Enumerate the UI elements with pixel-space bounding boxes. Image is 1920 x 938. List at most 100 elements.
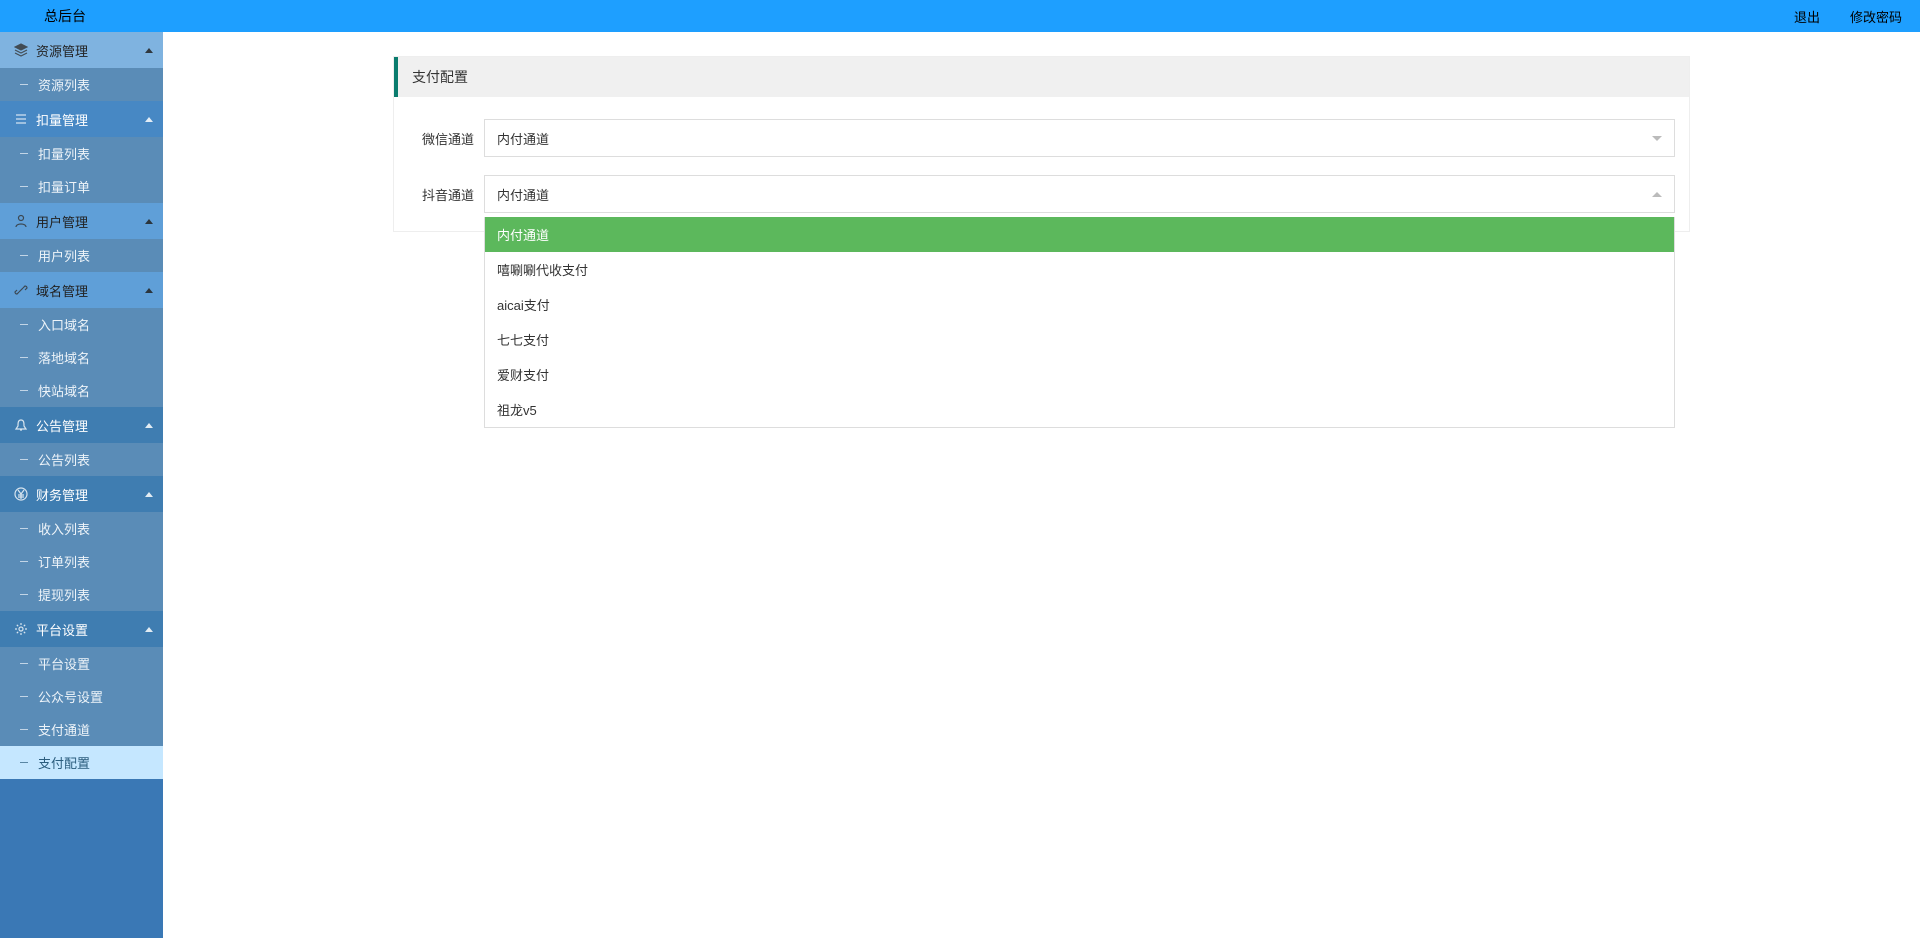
menu-item-label: 扣量列表: [38, 144, 90, 163]
menu-item-6-0[interactable]: 平台设置: [0, 647, 163, 680]
menu-header-1[interactable]: 扣量管理: [0, 101, 163, 137]
app-title: 总后台: [44, 6, 86, 26]
menu-item-label: 订单列表: [38, 552, 90, 571]
yen-icon: [14, 487, 28, 501]
dropdown-option-0[interactable]: 内付通道: [485, 217, 1674, 252]
menu-item-6-3[interactable]: 支付配置: [0, 746, 163, 779]
menu-item-0-0[interactable]: 资源列表: [0, 68, 163, 101]
menu-item-3-2[interactable]: 快站域名: [0, 374, 163, 407]
menu-item-1-1[interactable]: 扣量订单: [0, 170, 163, 203]
panel: 支付配置 微信通道 内付通道 抖音通道 内付通道: [393, 56, 1690, 232]
menu-item-label: 支付通道: [38, 720, 90, 739]
dropdown-option-5[interactable]: 祖龙v5: [485, 392, 1674, 427]
menu-item-label: 落地域名: [38, 348, 90, 367]
menu-item-label: 公告列表: [38, 450, 90, 469]
menu-header-label: 扣量管理: [36, 110, 88, 129]
menu-header-2[interactable]: 用户管理: [0, 203, 163, 239]
change-password-link[interactable]: 修改密码: [1850, 7, 1902, 26]
menu-header-4[interactable]: 公告管理: [0, 407, 163, 443]
dash-icon: [20, 153, 28, 154]
dash-icon: [20, 357, 28, 358]
header: 总后台 退出 修改密码: [0, 0, 1920, 32]
menu-item-5-1[interactable]: 订单列表: [0, 545, 163, 578]
dropdown-option-3[interactable]: 七七支付: [485, 322, 1674, 357]
menu-item-label: 支付配置: [38, 753, 90, 772]
dropdown-option-2[interactable]: aicai支付: [485, 287, 1674, 322]
sidebar: 资源管理资源列表扣量管理扣量列表扣量订单用户管理用户列表域名管理入口域名落地域名…: [0, 32, 163, 938]
dash-icon: [20, 594, 28, 595]
menu-header-label: 资源管理: [36, 41, 88, 60]
dash-icon: [20, 255, 28, 256]
logout-link[interactable]: 退出: [1794, 7, 1820, 26]
menu-item-6-2[interactable]: 支付通道: [0, 713, 163, 746]
panel-title: 支付配置: [394, 57, 1689, 97]
menu-item-label: 提现列表: [38, 585, 90, 604]
menu-item-3-0[interactable]: 入口域名: [0, 308, 163, 341]
chevron-up-icon: [1652, 192, 1662, 197]
layout: 资源管理资源列表扣量管理扣量列表扣量订单用户管理用户列表域名管理入口域名落地域名…: [0, 32, 1920, 938]
chevron-up-icon: [145, 48, 153, 53]
dash-icon: [20, 84, 28, 85]
douyin-channel-value: 内付通道: [497, 185, 549, 204]
dash-icon: [20, 729, 28, 730]
douyin-channel-select[interactable]: 内付通道: [484, 175, 1675, 213]
chevron-down-icon: [1652, 136, 1662, 141]
dash-icon: [20, 696, 28, 697]
menu-item-5-0[interactable]: 收入列表: [0, 512, 163, 545]
chevron-up-icon: [145, 627, 153, 632]
douyin-dropdown: 内付通道嘻唰唰代收支付aicai支付七七支付爱财支付祖龙v5: [484, 217, 1675, 428]
chevron-up-icon: [145, 492, 153, 497]
chevron-up-icon: [145, 117, 153, 122]
menu-item-label: 扣量订单: [38, 177, 90, 196]
wechat-channel-value: 内付通道: [497, 129, 549, 148]
menu-header-3[interactable]: 域名管理: [0, 272, 163, 308]
menu-item-label: 公众号设置: [38, 687, 103, 706]
content: 支付配置 微信通道 内付通道 抖音通道 内付通道: [163, 32, 1920, 938]
menu-header-label: 平台设置: [36, 620, 88, 639]
menu-header-0[interactable]: 资源管理: [0, 32, 163, 68]
dash-icon: [20, 528, 28, 529]
chevron-up-icon: [145, 288, 153, 293]
menu-header-label: 财务管理: [36, 485, 88, 504]
bell-icon: [14, 418, 28, 432]
form-row-douyin: 抖音通道 内付通道: [408, 175, 1675, 213]
menu-item-1-0[interactable]: 扣量列表: [0, 137, 163, 170]
dash-icon: [20, 561, 28, 562]
menu-item-5-2[interactable]: 提现列表: [0, 578, 163, 611]
dash-icon: [20, 390, 28, 391]
dash-icon: [20, 459, 28, 460]
menu-item-label: 入口域名: [38, 315, 90, 334]
dropdown-option-4[interactable]: 爱财支付: [485, 357, 1674, 392]
menu-item-label: 平台设置: [38, 654, 90, 673]
menu-item-3-1[interactable]: 落地域名: [0, 341, 163, 374]
wechat-channel-label: 微信通道: [408, 129, 484, 148]
dash-icon: [20, 762, 28, 763]
wechat-channel-select[interactable]: 内付通道: [484, 119, 1675, 157]
form-row-wechat: 微信通道 内付通道: [408, 119, 1675, 157]
form: 微信通道 内付通道 抖音通道 内付通道 内付通道嘻唰唰代收支付aicai支付七七…: [394, 97, 1689, 231]
menu-item-label: 快站域名: [38, 381, 90, 400]
menu-header-5[interactable]: 财务管理: [0, 476, 163, 512]
menu-item-label: 收入列表: [38, 519, 90, 538]
menu-item-label: 资源列表: [38, 75, 90, 94]
link-icon: [14, 283, 28, 297]
dash-icon: [20, 186, 28, 187]
dropdown-option-1[interactable]: 嘻唰唰代收支付: [485, 252, 1674, 287]
douyin-channel-label: 抖音通道: [408, 185, 484, 204]
menu-item-4-0[interactable]: 公告列表: [0, 443, 163, 476]
menu-header-6[interactable]: 平台设置: [0, 611, 163, 647]
list-icon: [14, 112, 28, 126]
menu-item-2-0[interactable]: 用户列表: [0, 239, 163, 272]
gear-icon: [14, 622, 28, 636]
chevron-up-icon: [145, 423, 153, 428]
menu-item-6-1[interactable]: 公众号设置: [0, 680, 163, 713]
layers-icon: [14, 43, 28, 57]
menu-item-label: 用户列表: [38, 246, 90, 265]
chevron-up-icon: [145, 219, 153, 224]
user-icon: [14, 214, 28, 228]
menu-header-label: 域名管理: [36, 281, 88, 300]
header-actions: 退出 修改密码: [1794, 7, 1902, 26]
menu-header-label: 用户管理: [36, 212, 88, 231]
dash-icon: [20, 663, 28, 664]
menu-header-label: 公告管理: [36, 416, 88, 435]
